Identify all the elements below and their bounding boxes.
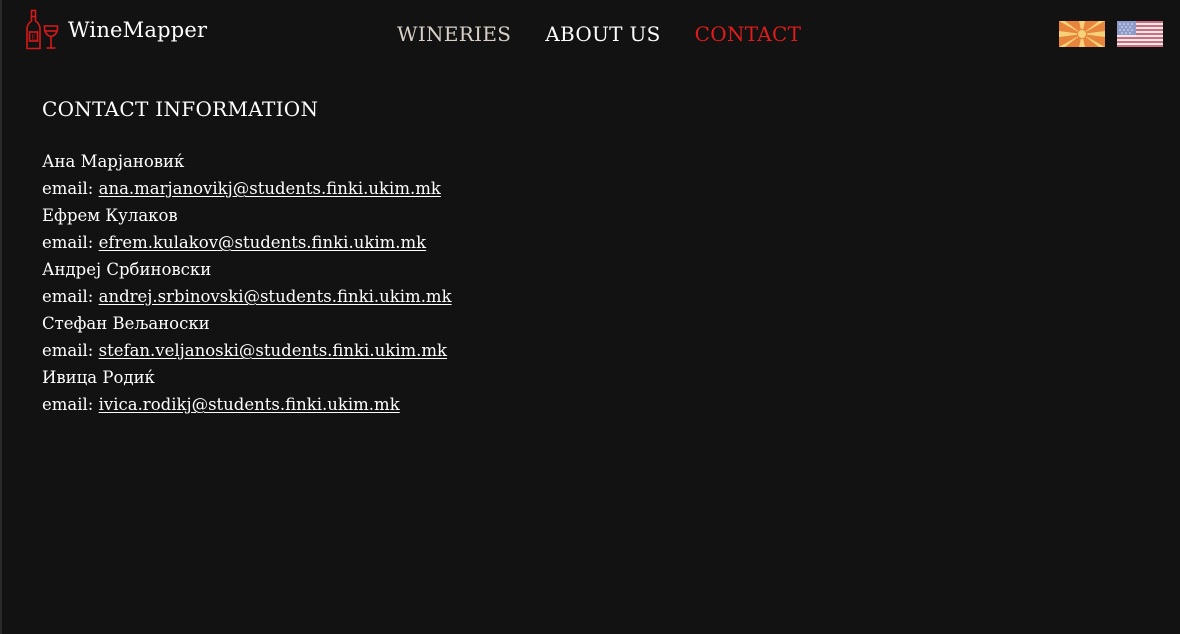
language-switcher: [1059, 21, 1163, 47]
contact-name: Ивица Родиќ: [42, 368, 155, 387]
email-link[interactable]: andrej.srbinovski@students.finki.ukim.mk: [99, 287, 452, 306]
contact-content: CONTACT INFORMATION Ана Марјановиќ email…: [42, 97, 452, 418]
page-title: CONTACT INFORMATION: [42, 97, 319, 121]
contact-name: Стефан Вељаноски: [42, 314, 210, 333]
email-label: email:: [42, 233, 99, 252]
contact-email-line: email: ivica.rodikj@students.finki.ukim.…: [42, 391, 452, 418]
email-label: email:: [42, 179, 99, 198]
email-link[interactable]: efrem.kulakov@students.finki.ukim.mk: [99, 233, 427, 252]
email-label: email:: [42, 341, 99, 360]
email-link[interactable]: ana.marjanovikj@students.finki.ukim.mk: [99, 179, 441, 198]
contact-name: Ефрем Кулаков: [42, 206, 178, 225]
brand-link[interactable]: E WineMapper: [24, 9, 207, 51]
contact-email-line: email: ana.marjanovikj@students.finki.uk…: [42, 175, 452, 202]
contact-email-line: email: efrem.kulakov@students.finki.ukim…: [42, 229, 452, 256]
contact-email-line: email: andrej.srbinovski@students.finki.…: [42, 283, 452, 310]
contact-email-line: email: stefan.veljanoski@students.finki.…: [42, 337, 452, 364]
wine-bottle-glass-icon: E: [24, 9, 60, 51]
nav-wineries-link[interactable]: WINERIES: [397, 22, 511, 46]
macedonia-flag-icon[interactable]: [1059, 21, 1105, 47]
main-nav: WINERIES ABOUT US CONTACT: [397, 22, 801, 46]
contact-list: Ана Марјановиќ email: ana.marjanovikj@st…: [42, 148, 452, 418]
nav-contact-link[interactable]: CONTACT: [695, 22, 802, 46]
email-link[interactable]: ivica.rodikj@students.finki.ukim.mk: [99, 395, 400, 414]
email-label: email:: [42, 395, 99, 414]
email-link[interactable]: stefan.veljanoski@students.finki.ukim.mk: [99, 341, 447, 360]
contact-name: Андреј Србиновски: [42, 260, 212, 279]
brand-name: WineMapper: [68, 18, 208, 42]
contact-name: Ана Марјановиќ: [42, 152, 185, 171]
usa-flag-icon[interactable]: [1117, 21, 1163, 47]
email-label: email:: [42, 287, 99, 306]
navbar: E WineMapper WINERIES ABOUT US CONTACT: [2, 0, 1180, 70]
svg-text:E: E: [31, 35, 35, 42]
nav-about-us-link[interactable]: ABOUT US: [545, 22, 660, 46]
page: E WineMapper WINERIES ABOUT US CONTACT C…: [0, 0, 1180, 634]
